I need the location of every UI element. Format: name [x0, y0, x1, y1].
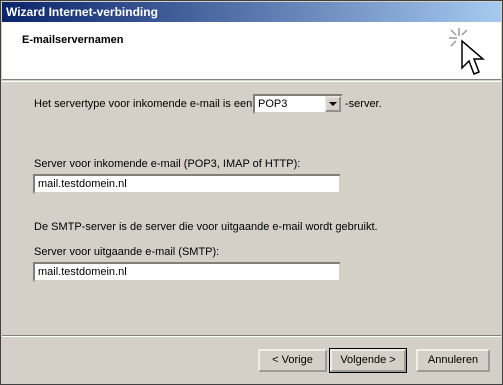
server-type-label: Het servertype voor inkomende e-mail is …	[34, 98, 256, 110]
next-button[interactable]: Volgende >	[329, 348, 407, 373]
window-title: Wizard Internet-verbinding	[6, 5, 158, 19]
dropdown-button[interactable]	[325, 96, 341, 112]
footer-divider-highlight	[2, 336, 501, 337]
server-type-value: POP3	[258, 98, 288, 110]
wizard-window: Wizard Internet-verbinding E-mailservern…	[0, 0, 503, 385]
smtp-info-text: De SMTP-server is de server die voor uit…	[34, 221, 378, 233]
wizard-cursor-sparkle-icon	[449, 28, 486, 75]
page-title: E-mailservernamen	[22, 34, 124, 46]
outgoing-server-label: Server voor uitgaande e-mail (SMTP):	[34, 246, 220, 258]
cancel-button[interactable]: Annuleren	[416, 349, 490, 372]
wizard-header: E-mailservernamen	[2, 22, 501, 80]
incoming-server-label: Server voor inkomende e-mail (POP3, IMAP…	[34, 158, 301, 170]
back-button[interactable]: < Vorige	[258, 349, 327, 372]
incoming-server-input[interactable]	[33, 174, 341, 194]
server-type-select[interactable]: POP3	[253, 94, 343, 114]
outgoing-server-input[interactable]	[33, 262, 341, 282]
title-bar: Wizard Internet-verbinding	[2, 2, 501, 22]
header-divider	[2, 81, 501, 82]
chevron-down-icon	[329, 102, 337, 106]
server-type-suffix: -server.	[345, 98, 382, 110]
